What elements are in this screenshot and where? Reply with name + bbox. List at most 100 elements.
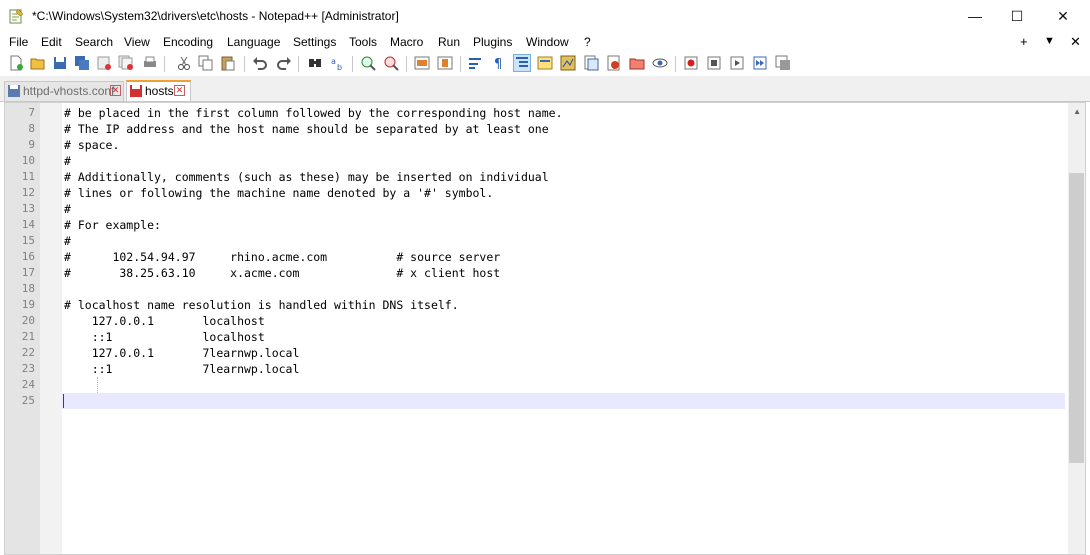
tab-close-icon[interactable]: ✕ — [174, 85, 185, 96]
line-number: 12 — [21, 186, 35, 199]
line-number: 17 — [21, 266, 35, 279]
save-macro-icon[interactable] — [775, 55, 791, 71]
play-macro-icon[interactable] — [729, 55, 745, 71]
stop-record-icon[interactable] — [706, 55, 722, 71]
menu-tools[interactable]: Tools — [349, 35, 377, 49]
menu-search[interactable]: Search — [75, 35, 113, 49]
tab-httpd-vhosts[interactable]: httpd-vhosts.conf ✕ — [4, 81, 124, 101]
line-number: 20 — [21, 314, 35, 327]
saved-file-icon — [8, 85, 20, 97]
toolbar-separator — [406, 56, 407, 72]
svg-text:¶: ¶ — [494, 57, 502, 71]
code-line[interactable]: # space. — [64, 137, 119, 153]
toolbar: ab ¶ — [0, 52, 1090, 77]
menu-settings[interactable]: Settings — [293, 35, 336, 49]
find-icon[interactable] — [307, 55, 323, 71]
doc-map-icon[interactable] — [560, 55, 576, 71]
monitoring-icon[interactable] — [652, 55, 668, 71]
window-title: *C:\Windows\System32\drivers\etc\hosts -… — [32, 9, 399, 23]
save-icon[interactable] — [52, 55, 68, 71]
toolbar-separator — [460, 56, 461, 72]
print-icon[interactable] — [142, 55, 158, 71]
save-all-icon[interactable] — [74, 55, 90, 71]
line-number: 14 — [21, 218, 35, 231]
add-tab-button[interactable]: + — [1020, 34, 1028, 49]
code-line[interactable]: # — [64, 201, 71, 217]
word-wrap-icon[interactable] — [468, 55, 484, 71]
menu-plugins[interactable]: Plugins — [473, 35, 512, 49]
indent-guide-icon[interactable] — [513, 54, 531, 72]
line-number: 15 — [21, 234, 35, 247]
menu-language[interactable]: Language — [227, 35, 280, 49]
line-number: 10 — [21, 154, 35, 167]
code-line[interactable]: ::1 7learnwp.local — [64, 361, 300, 377]
maximize-button[interactable]: ☐ — [994, 0, 1040, 32]
code-line[interactable]: # For example: — [64, 217, 161, 233]
show-all-chars-icon[interactable]: ¶ — [491, 55, 507, 71]
menu-macro[interactable]: Macro — [390, 35, 423, 49]
code-line[interactable]: # localhost name resolution is handled w… — [64, 297, 459, 313]
menu-bar: File Edit Search View Encoding Language … — [0, 32, 1090, 52]
zoom-in-icon[interactable] — [360, 55, 376, 71]
open-file-icon[interactable] — [30, 55, 46, 71]
menu-run[interactable]: Run — [438, 35, 460, 49]
tab-close-icon[interactable]: ✕ — [110, 85, 121, 96]
code-line[interactable]: # — [64, 233, 71, 249]
copy-icon[interactable] — [198, 55, 214, 71]
close-all-icon[interactable] — [118, 55, 134, 71]
code-line[interactable]: 127.0.0.1 localhost — [64, 313, 265, 329]
code-line[interactable]: # The IP address and the host name shoul… — [64, 121, 549, 137]
code-line[interactable]: # be placed in the first column followed… — [64, 105, 563, 121]
editor-area[interactable]: 7 # be placed in the first column followe… — [4, 102, 1086, 555]
code-line[interactable]: # — [64, 153, 71, 169]
svg-text:a: a — [331, 57, 336, 66]
indent-guide — [97, 377, 98, 393]
menu-edit[interactable]: Edit — [41, 35, 62, 49]
code-line[interactable]: # 102.54.94.97 rhino.acme.com # source s… — [64, 249, 500, 265]
line-number: 11 — [21, 170, 35, 183]
code-line[interactable]: # lines or following the machine name de… — [64, 185, 493, 201]
line-number: 13 — [21, 202, 35, 215]
line-number: 19 — [21, 298, 35, 311]
menu-window[interactable]: Window — [526, 35, 569, 49]
close-icon[interactable] — [96, 55, 112, 71]
menu-help[interactable]: ? — [584, 35, 591, 49]
new-file-icon[interactable] — [8, 55, 24, 71]
sync-horizontal-icon[interactable] — [437, 55, 453, 71]
vertical-scrollbar[interactable]: ▲ — [1068, 103, 1085, 554]
function-list-icon[interactable] — [583, 55, 599, 71]
undo-icon[interactable] — [252, 55, 268, 71]
code-line[interactable]: ::1 localhost — [64, 329, 265, 345]
fold-margin[interactable] — [40, 103, 62, 554]
scroll-up-icon[interactable]: ▲ — [1073, 107, 1081, 116]
line-number: 23 — [21, 362, 35, 375]
line-number: 21 — [21, 330, 35, 343]
tab-list-dropdown[interactable]: ▼ — [1044, 35, 1055, 47]
zoom-out-icon[interactable] — [383, 55, 399, 71]
minimize-button[interactable]: — — [952, 0, 998, 32]
toolbar-separator — [244, 56, 245, 72]
code-line[interactable]: # 38.25.63.10 x.acme.com # x client host — [64, 265, 500, 281]
paste-icon[interactable] — [220, 55, 236, 71]
record-macro-icon[interactable] — [683, 55, 699, 71]
menu-file[interactable]: File — [9, 35, 28, 49]
svg-text:b: b — [337, 63, 342, 71]
tab-hosts[interactable]: hosts ✕ — [126, 80, 191, 101]
code-line[interactable]: 127.0.0.1 7learnwp.local — [64, 345, 300, 361]
close-doc-button[interactable]: ✕ — [1070, 34, 1081, 50]
close-window-button[interactable]: ✕ — [1040, 0, 1086, 32]
code-line[interactable]: # Additionally, comments (such as these)… — [64, 169, 549, 185]
document-list-icon[interactable] — [629, 55, 645, 71]
menu-encoding[interactable]: Encoding — [163, 35, 213, 49]
cut-icon[interactable] — [176, 55, 192, 71]
sync-vertical-icon[interactable] — [414, 55, 430, 71]
scrollbar-thumb[interactable] — [1069, 173, 1084, 463]
menu-view[interactable]: View — [124, 35, 150, 49]
run-macro-multiple-icon[interactable] — [752, 55, 768, 71]
language-udl-icon[interactable] — [537, 55, 553, 71]
folder-workspace-icon[interactable] — [606, 55, 622, 71]
redo-icon[interactable] — [276, 55, 292, 71]
tab-label: httpd-vhosts.conf — [23, 84, 115, 98]
line-number: 8 — [28, 122, 35, 135]
replace-icon[interactable]: ab — [330, 55, 346, 71]
